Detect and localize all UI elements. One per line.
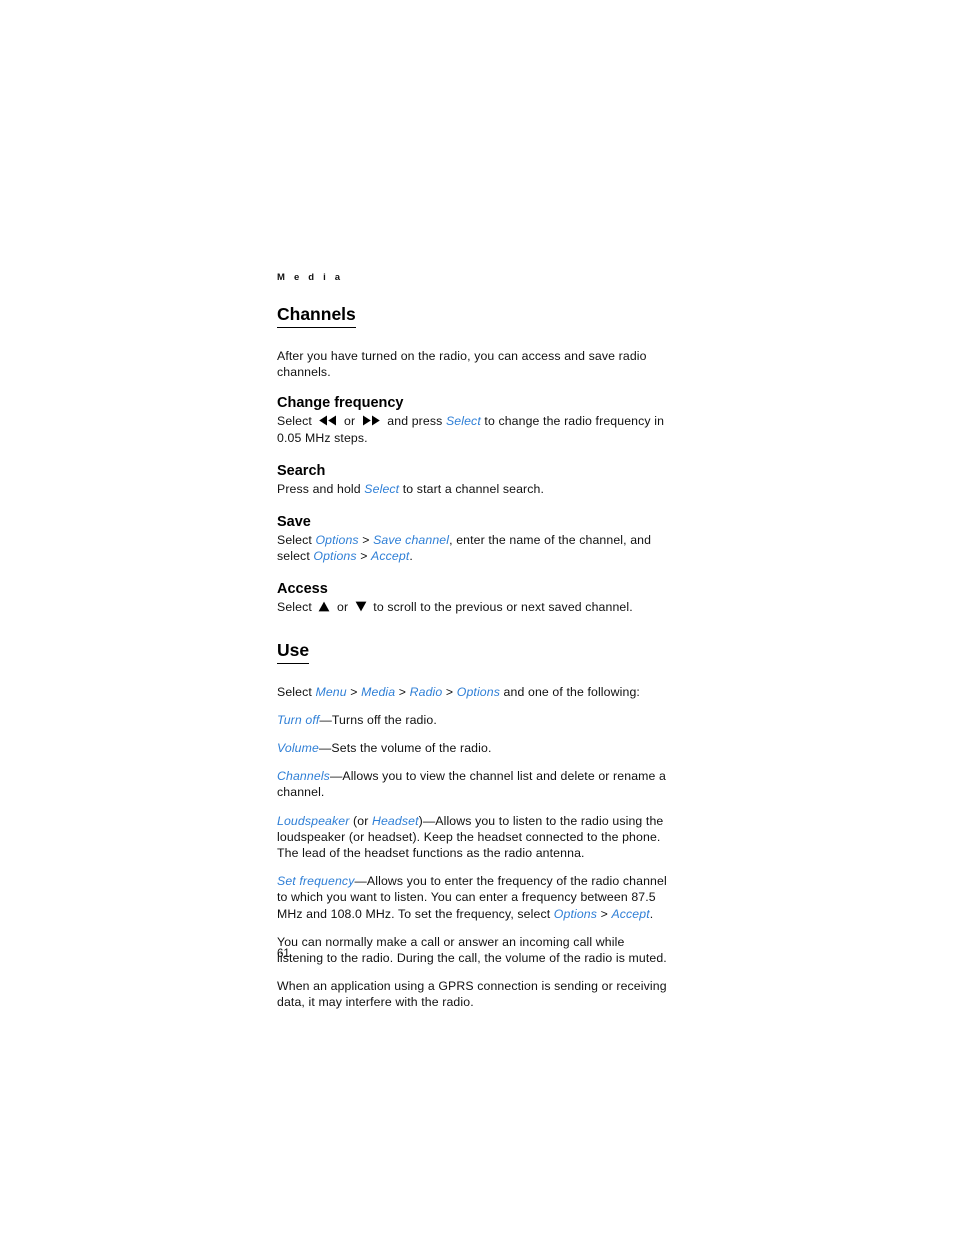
use-item-volume-desc: —Sets the volume of the radio.	[318, 741, 492, 756]
link-options-set-frequency[interactable]: Options	[554, 907, 597, 921]
use-path-separator-3: >	[442, 684, 457, 699]
link-options-save-2[interactable]: Options	[313, 549, 356, 563]
note-call-paragraph: You can normally make a call or answer a…	[277, 934, 667, 966]
save-paragraph: Select Options > Save channel, enter the…	[277, 532, 669, 564]
use-item-set-frequency: Set frequency—Allows you to enter the fr…	[277, 873, 669, 922]
set-frequency-separator-1: >	[597, 906, 612, 921]
set-frequency-text-2: .	[649, 906, 654, 921]
subheading-search: Search	[277, 462, 326, 479]
scroll-up-icon	[318, 601, 330, 612]
link-loudspeaker[interactable]: Loudspeaker	[277, 814, 349, 828]
use-path-text-1: Select	[277, 684, 316, 699]
running-header: M e d i a	[277, 272, 344, 283]
use-item-channels-desc: —Allows you to view the channel list and…	[277, 769, 666, 800]
link-media[interactable]: Media	[361, 685, 395, 699]
use-item-channels: Channels—Allows you to view the channel …	[277, 768, 669, 800]
page-content: M e d i a Channels After you have turned…	[277, 272, 669, 1011]
note-gprs-paragraph: When an application using a GPRS connect…	[277, 979, 667, 1010]
link-menu[interactable]: Menu	[315, 685, 346, 699]
link-headset[interactable]: Headset	[372, 814, 419, 828]
access-text-1: Select	[277, 600, 316, 615]
link-save-channel[interactable]: Save channel	[373, 533, 449, 547]
use-path-separator-2: >	[395, 684, 410, 699]
scroll-down-icon	[355, 601, 367, 612]
save-text-1: Select	[277, 533, 316, 548]
link-select-search[interactable]: Select	[364, 482, 399, 496]
channels-intro-paragraph: After you have turned on the radio, you …	[277, 349, 647, 380]
link-select-change-frequency[interactable]: Select	[446, 414, 481, 428]
access-text-3: to scroll to the previous or next saved …	[369, 600, 633, 615]
link-options-use-path[interactable]: Options	[457, 685, 500, 699]
search-text-2: to start a channel search.	[399, 481, 545, 496]
section-channels-heading-wrap: Channels	[277, 304, 669, 339]
use-item-turn-off: Turn off—Turns off the radio.	[277, 712, 669, 728]
link-radio[interactable]: Radio	[410, 685, 443, 699]
link-set-frequency[interactable]: Set frequency	[277, 874, 354, 888]
change-frequency-text-1: Select	[277, 414, 316, 429]
save-separator-1: >	[358, 533, 374, 548]
access-paragraph: Select or to scroll to the previous or n…	[277, 599, 669, 615]
section-heading-channels: Channels	[277, 304, 356, 328]
section-heading-use: Use	[277, 640, 310, 664]
link-options-save-1[interactable]: Options	[315, 533, 358, 547]
page-number: 61	[277, 948, 290, 960]
change-frequency-text-3: and press	[383, 414, 446, 429]
use-item-loudspeaker: Loudspeaker (or Headset)—Allows you to l…	[277, 813, 669, 862]
use-path-paragraph: Select Menu > Media > Radio > Options an…	[277, 684, 669, 700]
save-separator-2: >	[356, 549, 372, 564]
subheading-access: Access	[277, 581, 328, 598]
access-text-2: or	[333, 600, 352, 615]
fast-forward-icon	[362, 415, 381, 426]
search-text-1: Press and hold	[277, 481, 365, 496]
link-turn-off[interactable]: Turn off	[277, 713, 319, 727]
loudspeaker-text-1: (or	[349, 813, 372, 828]
rewind-icon	[318, 415, 337, 426]
use-path-text-2: and one of the following:	[500, 684, 640, 699]
document-page: M e d i a Channels After you have turned…	[0, 0, 954, 1235]
link-channels[interactable]: Channels	[277, 769, 330, 783]
change-frequency-text-2: or	[340, 414, 359, 429]
search-paragraph: Press and hold Select to start a channel…	[277, 481, 669, 497]
use-item-volume: Volume—Sets the volume of the radio.	[277, 740, 669, 756]
use-path-separator-1: >	[346, 684, 362, 699]
link-accept-set-frequency[interactable]: Accept	[611, 907, 649, 921]
change-frequency-paragraph: Select or and press Select to change the…	[277, 413, 669, 445]
subheading-save: Save	[277, 514, 311, 531]
link-accept-save[interactable]: Accept	[371, 549, 409, 563]
save-text-3: .	[409, 549, 413, 564]
use-item-turn-off-desc: —Turns off the radio.	[319, 712, 437, 727]
link-volume[interactable]: Volume	[277, 741, 319, 755]
section-use-heading-wrap: Use	[277, 640, 669, 675]
subheading-change-frequency: Change frequency	[277, 395, 404, 412]
